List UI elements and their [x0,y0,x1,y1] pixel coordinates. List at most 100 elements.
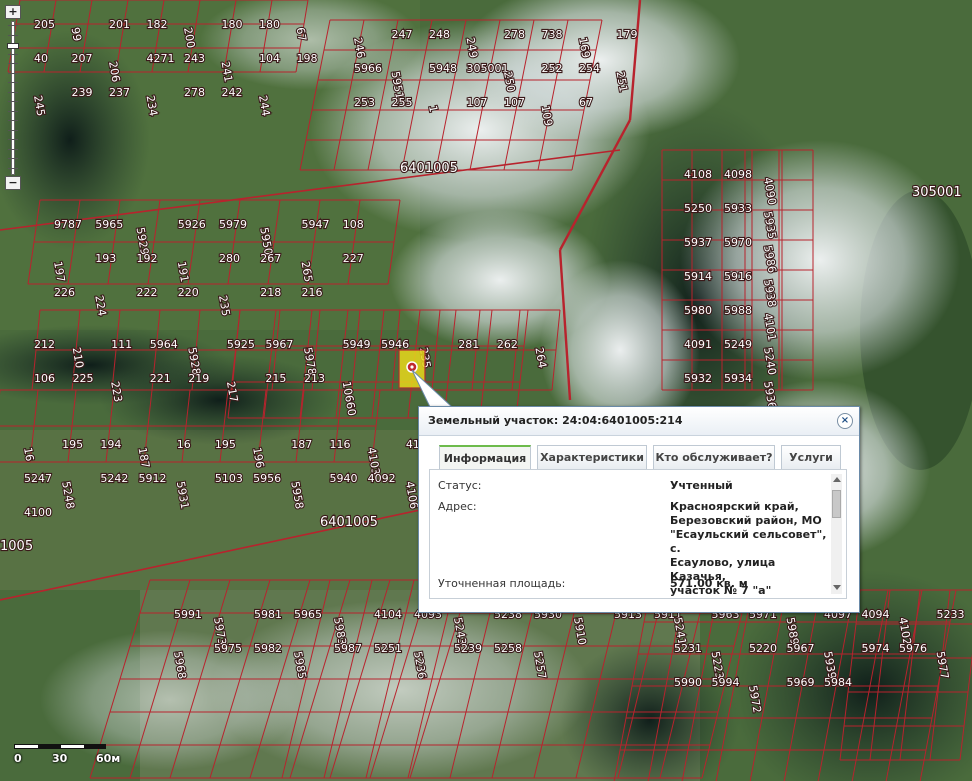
parcel-number-label: 107 [467,96,488,109]
parcel-number-label: 239 [72,86,93,99]
parcel-number-label: 216 [302,286,323,299]
parcel-number-label: 4100 [24,506,52,519]
parcel-number-label: 5932 [684,372,712,385]
parcel-number-label: 4104 [374,608,402,621]
parcel-number-label: 5976 [899,642,927,655]
parcel-number-label: 5233 [937,608,965,621]
parcel-number-label: 116 [329,438,350,451]
zoom-tick [8,139,18,140]
tab-services[interactable]: Услуги [781,445,841,469]
satellite-map[interactable]: 205 99 201 182 200 180 180 67 40 207 206 4271 243 241… [0,0,972,781]
parcel-number-label: 5970 [724,236,752,249]
parcel-number-label: 5912 [139,472,167,485]
parcel-number-label: 40 [34,52,48,65]
zoom-control[interactable]: + − [5,5,21,190]
parcel-number-label: 106 [34,372,55,385]
parcel-number-label: 5103 [215,472,243,485]
parcel-number-label: 254 [579,62,600,75]
cadastral-block-label: 305001 [912,185,962,200]
parcel-number-label: 67 [294,26,309,42]
address-line: Красноярский край, [670,500,799,513]
popup-title: Земельный участок: 24:04:6401005:214 [428,414,683,427]
parcel-number-label: 195 [215,438,236,451]
zoom-tick [8,63,18,64]
parcel-number-label: 99 [69,26,84,42]
status-value: Учтенный [670,479,733,492]
parcel-number-label: 4091 [684,338,712,351]
zoom-tick [8,101,18,102]
parcel-number-label: 237 [109,86,130,99]
parcel-number-label: 5934 [724,372,752,385]
parcel-number-label: 5925 [227,338,255,351]
scroll-up-icon[interactable] [833,477,841,482]
zoom-tick [8,158,18,159]
zoom-tick [8,148,18,150]
popup-scrollbar[interactable] [831,474,842,594]
parcel-number-label: 9787 [54,218,82,231]
parcel-number-label: 248 [429,28,450,41]
parcel-number-label: 194 [100,438,121,451]
parcel-number-label: 5250 [684,202,712,215]
parcel-number-label: 5988 [724,304,752,317]
parcel-number-label: 247 [392,28,413,41]
parcel-number-label: 5965 [294,608,322,621]
scale-label-60: 60м [96,752,121,765]
parcel-number-label: 5990 [674,676,702,689]
parcel-number-label: 222 [137,286,158,299]
scroll-down-icon[interactable] [833,585,841,590]
parcel-number-label: 205 [34,18,55,31]
parcel-number-label: 104 [259,52,280,65]
parcel-number-label: 221 [150,372,171,385]
cadastral-block-label: 6401005 [400,161,458,176]
parcel-number-label: 5937 [684,236,712,249]
zoom-in-button[interactable]: + [5,5,21,19]
parcel-number-label: 267 [260,252,281,265]
zoom-tick [8,167,18,169]
parcel-number-label: 5948 [429,62,457,75]
map-canvas[interactable]: 20599201 182200180 1806740 2072064271 243241… [0,0,972,781]
parcel-number-label: 280 [219,252,240,265]
address-label: Адрес: [438,500,477,513]
parcel-number-label: 5967 [787,642,815,655]
zoom-tick [8,34,18,36]
parcel-number-label: 5969 [787,676,815,689]
parcel-number-label: 5949 [343,338,371,351]
parcel-number-label: 5974 [862,642,890,655]
parcel-number-label: 220 [178,286,199,299]
parcel-number-label: 5249 [724,338,752,351]
parcel-number-label: 5933 [724,202,752,215]
tab-characteristics[interactable]: Характеристики [537,445,647,469]
tab-who-serves[interactable]: Кто обслуживает? [653,445,775,469]
parcel-number-label: 5916 [724,270,752,283]
tab-content-information: Статус: Учтенный Адрес: Красноярский кра… [429,469,847,599]
zoom-slider-handle[interactable] [7,43,19,50]
parcel-number-label: 5239 [454,642,482,655]
scale-label-30: 30 [52,752,68,765]
close-icon[interactable]: × [837,413,853,429]
tab-information[interactable]: Информация [439,445,531,469]
parcel-number-label: 5242 [100,472,128,485]
parcel-number-label: 262 [497,338,518,351]
parcel-number-label: 5987 [334,642,362,655]
zoom-out-button[interactable]: − [5,176,21,190]
zoom-tick [8,25,18,26]
parcel-info-popup[interactable]: Земельный участок: 24:04:6401005:214 × И… [418,406,860,613]
scale-label-0: 0 [14,752,22,765]
parcel-number-label: 187 [291,438,312,451]
popup-header: Земельный участок: 24:04:6401005:214 × [419,407,859,436]
scrollbar-thumb[interactable] [832,490,841,518]
status-label: Статус: [438,479,482,492]
parcel-number-label: 738 [542,28,563,41]
parcel-number-label: 5966 [354,62,382,75]
parcel-number-label: 5956 [253,472,281,485]
parcel-number-label: 5979 [219,218,247,231]
parcel-number-label: 195 [62,438,83,451]
parcel-number-label: 5914 [684,270,712,283]
parcel-number-label: 212 [34,338,55,351]
parcel-number-label: 179 [617,28,638,41]
parcel-number-label: 215 [265,372,286,385]
zoom-tick [8,82,18,83]
parcel-number-label: 243 [184,52,205,65]
parcel-number-label: 5258 [494,642,522,655]
parcel-number-label: 5967 [265,338,293,351]
